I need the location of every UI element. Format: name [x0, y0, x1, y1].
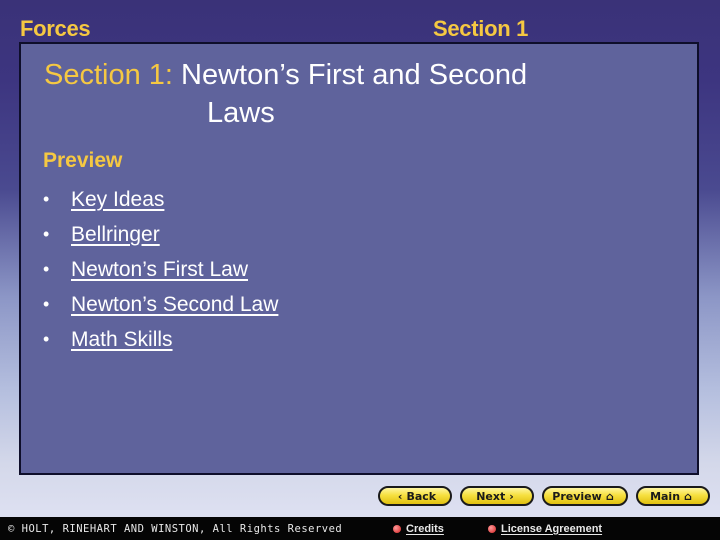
bullet-icon: • [43, 189, 50, 209]
bullet-icon: • [43, 259, 50, 279]
chevron-left-icon: ‹ [397, 489, 403, 503]
back-label: Back [406, 489, 437, 503]
red-bullet-icon [488, 524, 496, 533]
link-bellringer[interactable]: Bellringer [71, 217, 160, 252]
link-key-ideas[interactable]: Key Ideas [71, 182, 164, 217]
preview-heading: Preview [43, 149, 123, 172]
link-newtons-second-law[interactable]: Newton’s Second Law [71, 287, 278, 322]
chapter-title: Forces [20, 16, 91, 41]
home-icon: ⌂ [684, 489, 692, 503]
main-label: Main [650, 489, 681, 503]
license-agreement-link[interactable]: License Agreement [488, 523, 602, 535]
red-bullet-icon [393, 524, 401, 533]
home-icon: ⌂ [605, 489, 614, 503]
bullet-icon: • [43, 224, 50, 244]
next-label: Next [476, 489, 506, 503]
next-button[interactable]: Next › [460, 486, 534, 506]
copyright-text: © HOLT, RINEHART AND WINSTON, All Rights… [8, 522, 343, 535]
bullet-icon: • [43, 294, 50, 314]
slide-title: Section 1: Newton’s First and Second Law… [44, 56, 527, 132]
section-label: Section 1 [433, 16, 529, 41]
list-item: • Newton’s First Law [43, 252, 278, 287]
title-prefix: Section 1: [44, 59, 173, 91]
bullet-icon: • [43, 329, 50, 349]
preview-list: • Key Ideas • Bellringer • Newton’s First L… [43, 182, 278, 357]
list-item: • Key Ideas [43, 182, 278, 217]
nav-buttons: ‹ Back Next › Preview ⌂ Main ⌂ [378, 486, 710, 506]
credits-label: Credits [406, 522, 444, 535]
preview-button[interactable]: Preview ⌂ [542, 486, 628, 506]
back-button[interactable]: ‹ Back [378, 486, 452, 506]
list-item: • Newton’s Second Law [43, 287, 278, 322]
content-panel: Section 1: Newton’s First and Second Law… [19, 42, 699, 475]
footer-bar: © HOLT, RINEHART AND WINSTON, All Rights… [0, 517, 720, 540]
link-newtons-first-law[interactable]: Newton’s First Law [71, 252, 248, 287]
title-line1: Newton’s First and Second [181, 59, 528, 91]
credits-link[interactable]: Credits [393, 523, 444, 535]
license-label: License Agreement [501, 522, 603, 535]
main-button[interactable]: Main ⌂ [636, 486, 710, 506]
preview-label: Preview [552, 489, 602, 503]
list-item: • Math Skills [43, 322, 278, 357]
title-line2: Laws [207, 97, 275, 129]
link-math-skills[interactable]: Math Skills [71, 322, 173, 357]
list-item: • Bellringer [43, 217, 278, 252]
chevron-right-icon: › [509, 489, 514, 503]
